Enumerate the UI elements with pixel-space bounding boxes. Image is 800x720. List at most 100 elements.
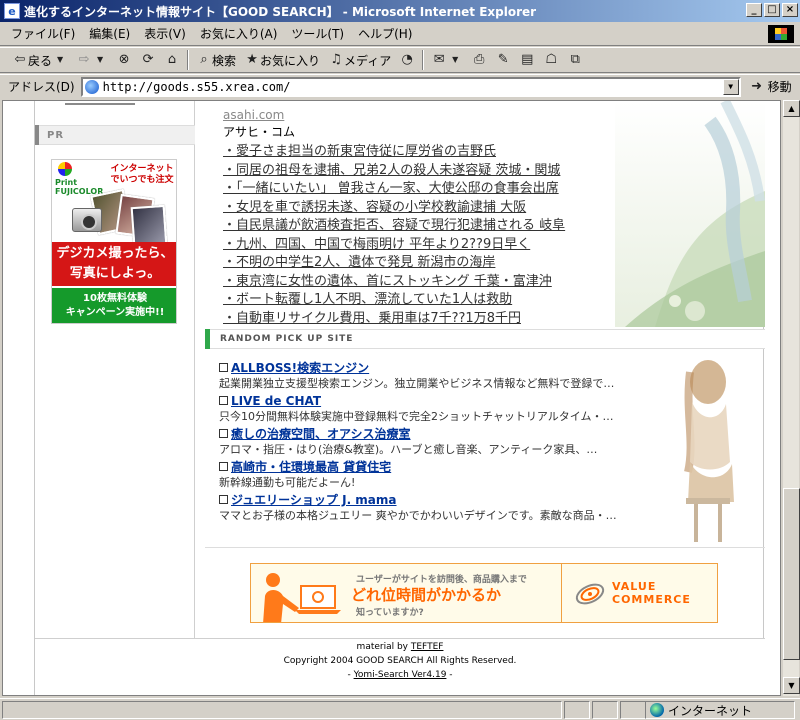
address-label: アドレス(D) xyxy=(8,80,75,94)
search-label: 検索 xyxy=(212,53,237,68)
close-button[interactable]: × xyxy=(782,3,798,17)
scroll-down-icon[interactable]: ▼ xyxy=(783,677,800,694)
digital-camera-icon xyxy=(72,208,102,232)
window-controls: _ □ × xyxy=(746,3,798,17)
fujicolor-logo-icon xyxy=(58,162,72,176)
news-item[interactable]: ・女児を車で誘拐未遂、容疑の小学校教諭逮捕 大阪 xyxy=(223,199,565,218)
home-button[interactable]: ⌂ xyxy=(160,49,184,71)
menu-help[interactable]: ヘルプ(H) xyxy=(351,23,419,44)
news-link[interactable]: ・ボート転覆し1人不明、漂流していた1人は救助 xyxy=(223,292,512,307)
checkbox-square-icon xyxy=(219,462,228,471)
news-source-name: アサヒ・コム xyxy=(223,125,296,139)
news-item[interactable]: ・東京湾に女性の遺体、首にストッキング 千葉・富津沖 xyxy=(223,273,565,292)
news-link[interactable]: ・自民県議が飲酒検査拒否、容疑で現行犯逮捕される 岐阜 xyxy=(223,218,565,233)
print-button[interactable]: ⎙ xyxy=(467,49,491,71)
pick-link[interactable]: LIVE de CHAT xyxy=(219,393,649,409)
minimize-button[interactable]: _ xyxy=(746,3,762,17)
news-item[interactable]: ・自民県議が飲酒検査拒否、容疑で現行犯逮捕される 岐阜 xyxy=(223,217,565,236)
woman-photo-image xyxy=(660,352,755,544)
news-item[interactable]: ・九州、四国、中国で梅雨明け 平年より2??9日早く xyxy=(223,236,565,255)
page-footer: material by TEFTEF Copyright 2004 GOOD S… xyxy=(35,638,765,695)
media-button[interactable]: ♫ メディア xyxy=(324,49,395,71)
banner-line-3: 知っていますか? xyxy=(356,608,424,618)
news-link[interactable]: ・同居の祖母を逮捕、兄弟2人の殺人未遂容疑 茨城・関城 xyxy=(223,163,560,178)
swirl-logo-icon xyxy=(575,583,605,605)
toolbar-separator xyxy=(187,50,190,70)
address-dropdown-icon[interactable]: ▼ xyxy=(722,78,739,95)
media-label: メディア xyxy=(344,53,392,68)
ad-slogan: インターネットでいつでも注文 xyxy=(110,164,174,185)
news-item[interactable]: ・同居の祖母を逮捕、兄弟2人の殺人未遂容疑 茨城・関城 xyxy=(223,162,565,181)
pick-link[interactable]: ジュエリーショップ J. mama xyxy=(219,492,649,508)
news-link[interactable]: ・女児を車で誘拐未遂、容疑の小学校教諭逮捕 大阪 xyxy=(223,200,526,215)
pick-description: 只今10分間無料体験実施中登録無料で完全2ショットチャットリアルタイム・… xyxy=(219,410,614,423)
menu-view[interactable]: 表示(V) xyxy=(137,23,193,44)
news-item[interactable]: ・愛子さま担当の新東宮侍従に厚労省の吉野氏 xyxy=(223,143,565,162)
maximize-button[interactable]: □ xyxy=(764,3,780,17)
news-item[interactable]: ・ボート転覆し1人不明、漂流していた1人は救助 xyxy=(223,291,565,310)
news-link[interactable]: ・不明の中学生2人、遺体で発見 新潟市の海岸 xyxy=(223,255,495,270)
address-input[interactable]: http://goods.s55.xrea.com/ ▼ xyxy=(80,76,741,97)
laptop-user-image xyxy=(251,564,351,622)
ad-campaign-2: キャンペーン実施中!! xyxy=(65,307,165,318)
scroll-thumb[interactable] xyxy=(783,488,800,660)
ad-campaign-1: 10枚無料体験 xyxy=(83,293,147,304)
pick-title-text: LIVE de CHAT xyxy=(231,394,322,408)
news-item[interactable]: ・「一緒にいたい」 曽我さん一家、大使公邸の食事会出席 xyxy=(223,180,565,199)
menu-edit[interactable]: 編集(E) xyxy=(82,23,137,44)
news-item[interactable]: ・自動車リサイクル費用、乗用車は7千??1万8千円 xyxy=(223,310,565,328)
menu-file[interactable]: ファイル(F) xyxy=(4,23,82,44)
pick-item: LIVE de CHAT 只今10分間無料体験実施中登録無料で完全2ショットチャ… xyxy=(219,393,649,426)
teftef-link[interactable]: TEFTEF xyxy=(411,642,444,652)
news-link[interactable]: ・自動車リサイクル費用、乗用車は7千??1万8千円 xyxy=(223,311,521,326)
vertical-scrollbar[interactable]: ▲ ▼ xyxy=(782,100,800,696)
random-pick-marker xyxy=(205,329,210,349)
mail-button[interactable]: ✉ ▼ xyxy=(427,49,467,71)
search-button[interactable]: ⌕ 検索 xyxy=(192,49,240,71)
stop-button[interactable]: ⊗ xyxy=(112,49,136,71)
engine-credit: - Yomi-Search Ver4.19 - xyxy=(35,670,765,680)
pr-marker xyxy=(35,125,39,145)
ie-page-icon: e xyxy=(4,3,20,19)
main-content: asahi.com アサヒ・コム ・愛子さま担当の新東宮侍従に厚労省の吉野氏 ・… xyxy=(205,101,765,638)
valuecommerce-banner[interactable]: ユーザーがサイトを訪問後、商品購入まで どれ位時間がかかるか 知っていますか? … xyxy=(250,563,718,623)
forward-button[interactable]: ⇨ ▼ xyxy=(72,49,112,71)
go-button[interactable]: ➜ 移動 xyxy=(749,78,791,95)
messenger-button[interactable]: ☖ xyxy=(539,49,563,71)
status-bar: インターネット xyxy=(0,698,800,720)
research-icon: ⧉ xyxy=(570,52,580,67)
fujicolor-ad-banner[interactable]: Print FUJICOLOR インターネットでいつでも注文 デジカメ撮ったら、… xyxy=(51,159,177,324)
news-link[interactable]: ・愛子さま担当の新東宮侍従に厚労省の吉野氏 xyxy=(223,144,496,159)
news-source-link[interactable]: asahi.com xyxy=(223,108,284,122)
pick-description: 新幹線通勤も可能だよーん! xyxy=(219,476,356,489)
news-item[interactable]: ・不明の中学生2人、遺体で発見 新潟市の海岸 xyxy=(223,254,565,273)
ad-headline-block: デジカメ撮ったら、 写真にしよっ。 xyxy=(52,242,176,286)
pick-item: ジュエリーショップ J. mama ママとお子様の本格ジュエリー 爽やかでかわい… xyxy=(219,492,649,525)
menu-favorites[interactable]: お気に入り(A) xyxy=(193,23,285,44)
news-link[interactable]: ・東京湾に女性の遺体、首にストッキング 千葉・富津沖 xyxy=(223,274,552,289)
news-link[interactable]: ・「一緒にいたい」 曽我さん一家、大使公邸の食事会出席 xyxy=(223,181,559,196)
favorites-button[interactable]: ★ お気に入り xyxy=(240,49,324,71)
research-button[interactable]: ⧉ xyxy=(563,49,587,71)
news-section: asahi.com アサヒ・コム ・愛子さま担当の新東宮侍従に厚労省の吉野氏 ・… xyxy=(205,101,765,327)
stop-icon: ⊗ xyxy=(118,52,130,67)
pick-link[interactable]: 癒しの治療空間、オアシス治療室 xyxy=(219,426,649,442)
pick-link[interactable]: ALLBOSS!検索エンジン xyxy=(219,360,649,376)
menu-tools[interactable]: ツール(T) xyxy=(284,23,351,44)
yomi-search-link[interactable]: Yomi-Search Ver4.19 xyxy=(354,670,447,680)
windows-logo-icon xyxy=(768,25,794,43)
refresh-button[interactable]: ⟳ xyxy=(136,49,160,71)
pick-link[interactable]: 高崎市・住環境最高 貸貸住宅 xyxy=(219,459,649,475)
news-link[interactable]: ・九州、四国、中国で梅雨明け 平年より2??9日早く xyxy=(223,237,530,252)
go-arrow-icon: ➜ xyxy=(751,78,763,94)
pick-title-text: 高崎市・住環境最高 貸貸住宅 xyxy=(231,460,392,474)
ad-headline-2: 写真にしよっ。 xyxy=(69,266,161,281)
history-button[interactable]: ◔ xyxy=(395,49,419,71)
edit-button[interactable]: ✎ xyxy=(491,49,515,71)
scroll-up-icon[interactable]: ▲ xyxy=(783,100,800,117)
discuss-button[interactable]: ▤ xyxy=(515,49,539,71)
address-url: http://goods.s55.xrea.com/ xyxy=(102,79,291,94)
back-label: 戻る xyxy=(28,53,53,68)
back-button[interactable]: ⇦ 戻る ▼ xyxy=(8,49,72,71)
history-icon: ◔ xyxy=(401,52,413,67)
